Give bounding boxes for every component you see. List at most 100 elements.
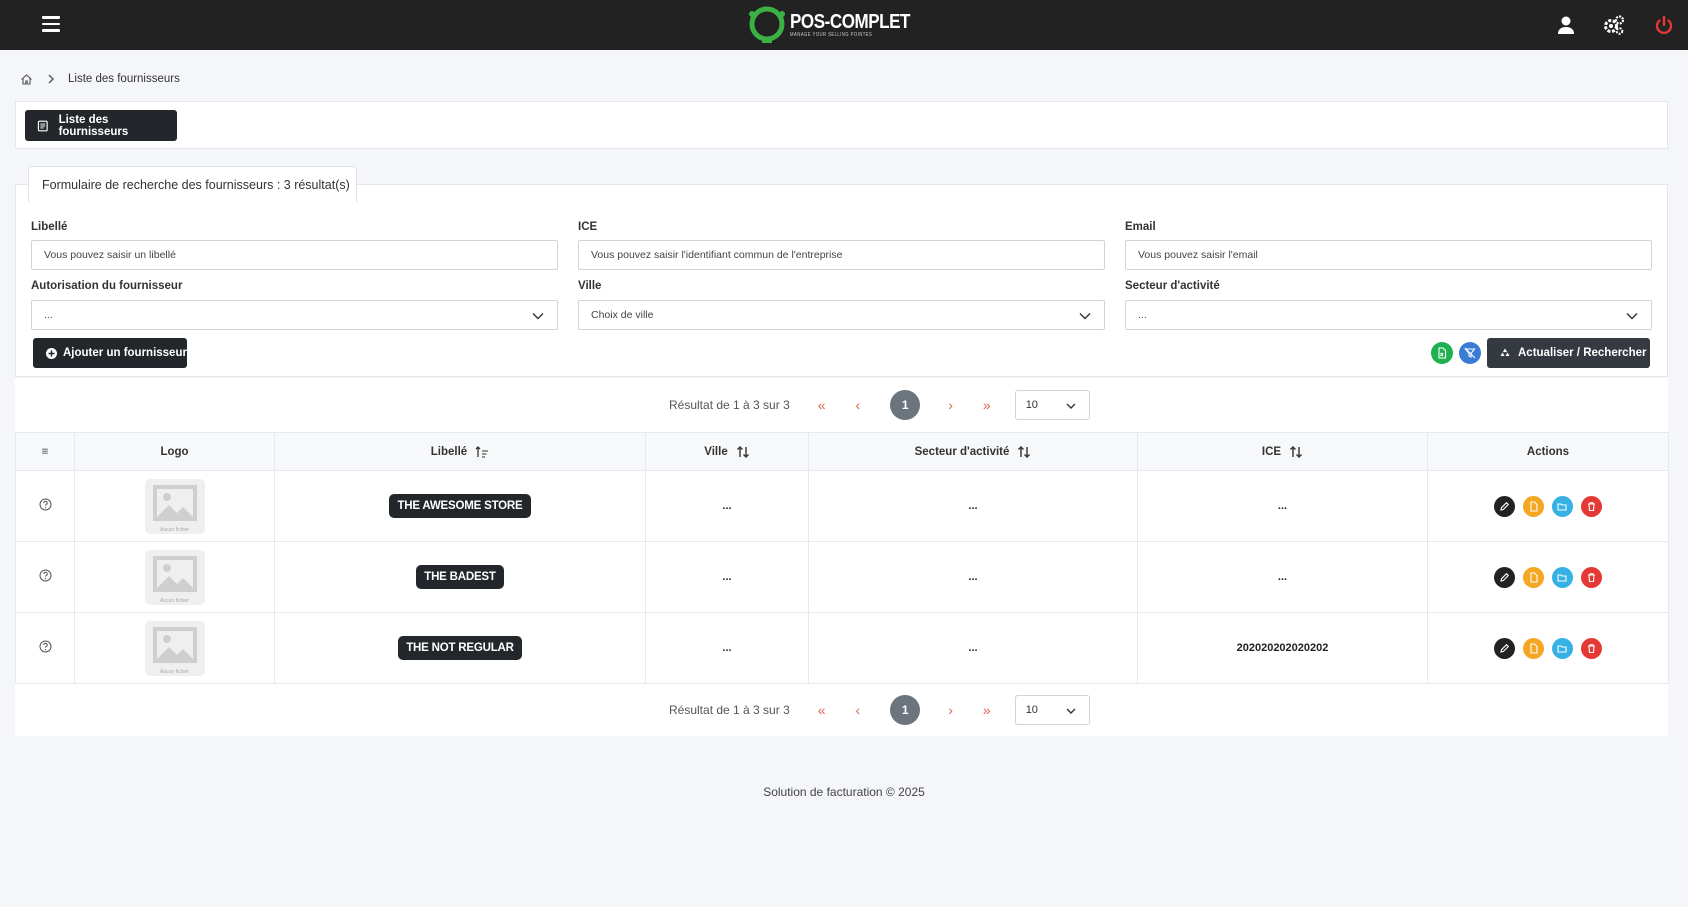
ville-column-header[interactable]: Ville [645,432,809,471]
page-header-card: Liste des fournisseurs [15,101,1668,149]
breadcrumb-current: Liste des fournisseurs [68,73,180,85]
table-header-row: ≡ Logo Libellé Ville Secteur d'activité … [15,432,1669,471]
logo-caption: Aucun fichier [160,526,189,533]
folder-open-icon[interactable] [1552,495,1573,517]
supplier-list-button[interactable]: Liste des fournisseurs [25,110,177,141]
ice-column-header[interactable]: ICE [1137,432,1428,471]
prev-page-button[interactable]: ‹ [856,702,861,718]
supplier-table: ≡ Logo Libellé Ville Secteur d'activité … [15,432,1669,684]
page-size-select[interactable]: 10 [1014,390,1090,420]
current-page-button[interactable]: 1 [890,390,921,420]
logo-header-label: Logo [160,445,189,458]
first-page-button[interactable]: « [818,397,826,413]
result-count-text: Résultat de 1 à 3 sur 3 [669,398,790,412]
user-icon[interactable] [1555,14,1577,36]
secteur-column-header[interactable]: Secteur d'activité [808,432,1138,471]
page-size-select[interactable]: 10 [1014,695,1090,725]
logo-placeholder-image: Aucun fichier [144,478,205,534]
document-icon[interactable] [1523,495,1544,517]
ville-value: Choix de ville [591,309,654,321]
ice-header-label: ICE [1261,445,1282,458]
libelle-header-label: Libellé [430,445,468,458]
ice-input[interactable]: Vous pouvez saisir l'identifiant commun … [578,240,1105,270]
secteur-cell: ... [808,541,1138,613]
edit-pencil-icon[interactable] [1494,637,1515,659]
settings-gears-icon[interactable] [1603,14,1625,36]
libelle-placeholder: Vous pouvez saisir un libellé [44,249,176,261]
folder-open-icon[interactable] [1552,637,1573,659]
pagination-top: Résultat de 1 à 3 sur 3 « ‹ 1 › » 10 [669,390,1090,420]
home-icon[interactable] [20,73,33,86]
page-size-value: 10 [1025,704,1038,716]
image-placeholder-icon [152,484,197,521]
autorisation-label: Autorisation du fournisseur [31,280,183,292]
email-placeholder: Vous pouvez saisir l'email [1138,249,1258,261]
delete-trash-icon[interactable] [1581,637,1602,659]
autorisation-value: ... [44,309,53,321]
sort-arrows-icon[interactable] [1289,445,1303,459]
table-row: Aucun fichier THE NOT REGULAR ... ... 20… [15,612,1669,684]
result-count-text: Résultat de 1 à 3 sur 3 [669,703,790,717]
ville-label: Ville [578,280,602,292]
ice-cell: ... [1137,470,1428,542]
document-icon[interactable] [1523,637,1544,659]
column-menu-header[interactable]: ≡ [15,432,75,471]
delete-trash-icon[interactable] [1581,566,1602,588]
list-document-icon [37,120,48,131]
first-page-button[interactable]: « [818,702,826,718]
help-circle-icon[interactable] [39,569,52,582]
help-circle-icon[interactable] [39,498,52,511]
ville-header-label: Ville [704,445,728,458]
supplier-name-badge[interactable]: THE NOT REGULAR [398,636,522,660]
next-page-button[interactable]: › [948,702,953,718]
logo-mark-icon [749,6,785,43]
supplier-name-badge[interactable]: THE BADEST [416,565,504,589]
add-supplier-label: Ajouter un fournisseur [63,347,187,359]
secteur-select[interactable]: ... [1125,300,1652,330]
excel-export-icon[interactable] [1431,342,1453,364]
supplier-name-badge[interactable]: THE AWESOME STORE [389,494,531,518]
refresh-search-label: Actualiser / Rechercher [1518,347,1647,359]
add-supplier-button[interactable]: Ajouter un fournisseur [33,338,187,368]
delete-trash-icon[interactable] [1581,495,1602,517]
chevron-down-icon [1066,403,1076,409]
list-menu-icon[interactable]: ≡ [42,446,49,458]
secteur-cell: ... [808,612,1138,684]
last-page-button[interactable]: » [983,702,991,718]
pagination-bottom: Résultat de 1 à 3 sur 3 « ‹ 1 › » 10 [669,695,1090,725]
ville-select[interactable]: Choix de ville [578,300,1105,330]
clear-filter-icon[interactable] [1459,342,1481,364]
refresh-search-button[interactable]: Actualiser / Rechercher [1487,338,1650,368]
next-page-button[interactable]: › [948,397,953,413]
last-page-button[interactable]: » [983,397,991,413]
ville-cell: ... [645,612,809,684]
actions-header-label: Actions [1526,445,1570,458]
app-logo[interactable]: POS-COMPLET MANAGE YOUR SELLING POINTES [746,4,931,46]
table-row: Aucun fichier THE BADEST ... ... ... [15,541,1669,613]
secteur-label: Secteur d'activité [1125,280,1220,292]
logo-placeholder-image: Aucun fichier [144,620,205,676]
hamburger-menu-icon[interactable] [42,16,60,32]
sort-arrows-icon[interactable] [1017,445,1031,459]
edit-pencil-icon[interactable] [1494,495,1515,517]
search-form-title: Formulaire de recherche des fournisseurs… [28,166,357,203]
app-name: POS-COMPLET [790,10,910,33]
table-row: Aucun fichier THE AWESOME STORE ... ... … [15,470,1669,542]
logo-column-header: Logo [74,432,275,471]
libelle-column-header[interactable]: Libellé [274,432,646,471]
sort-alpha-asc-icon[interactable] [475,445,489,459]
actions-column-header: Actions [1427,432,1669,471]
document-icon[interactable] [1523,566,1544,588]
libelle-input[interactable]: Vous pouvez saisir un libellé [31,240,558,270]
autorisation-select[interactable]: ... [31,300,558,330]
edit-pencil-icon[interactable] [1494,566,1515,588]
power-icon[interactable] [1653,14,1675,36]
ice-label: ICE [578,221,598,233]
help-circle-icon[interactable] [39,640,52,653]
current-page-button[interactable]: 1 [890,695,921,725]
email-input[interactable]: Vous pouvez saisir l'email [1125,240,1652,270]
prev-page-button[interactable]: ‹ [856,397,861,413]
sort-arrows-icon[interactable] [736,445,750,459]
folder-open-icon[interactable] [1552,566,1573,588]
libelle-label: Libellé [31,221,68,233]
